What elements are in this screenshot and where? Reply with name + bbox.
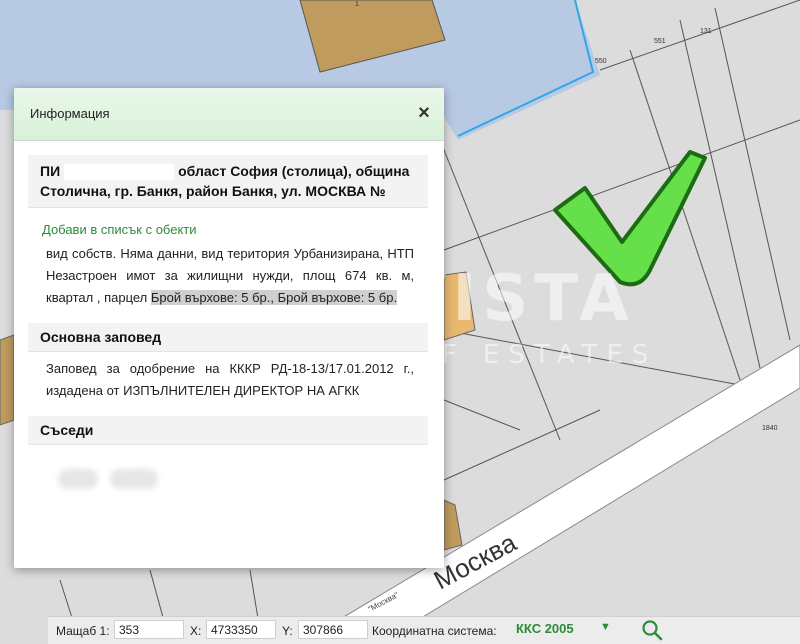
popup-body: ПИ област София (столица), община Столичн…: [14, 141, 444, 493]
order-text: Заповед за одобрение на КККР РД-18-13/17…: [46, 361, 414, 398]
coord-system-label: Координатна система:: [372, 624, 497, 638]
parcel-header: ПИ област София (столица), община Столичн…: [28, 155, 428, 208]
popup-title: Информация: [30, 106, 110, 121]
parcel-number: 550: [595, 58, 607, 65]
scale-label: Мащаб 1:: [56, 624, 110, 638]
y-coordinate: 307866: [298, 620, 368, 639]
coord-system-select[interactable]: ККС 2005: [516, 621, 574, 636]
close-icon[interactable]: ×: [412, 101, 436, 125]
parcel-number: 551: [654, 38, 666, 45]
parcel-number: 131: [700, 28, 712, 35]
parcel-header-prefix: ПИ: [40, 163, 61, 179]
parcel-number: 1: [355, 1, 359, 8]
caret-down-icon[interactable]: ▼: [600, 621, 611, 633]
y-label: Y:: [282, 624, 293, 638]
section-order-title: Основна заповед: [28, 323, 428, 352]
add-to-list-link[interactable]: Добави в списък с обекти: [42, 222, 428, 237]
x-label: X:: [190, 624, 202, 638]
scale-input[interactable]: 353: [114, 620, 184, 639]
redacted-id: [64, 164, 175, 181]
parcel-number: 1840: [762, 425, 778, 432]
popup-header: Информация ×: [14, 88, 444, 141]
parcel-description: вид собств. Няма данни, вид територия Ур…: [28, 237, 428, 315]
neighbors-list-redacted: [58, 465, 428, 493]
info-popup: Информация × ПИ област София (столица), о…: [14, 88, 444, 568]
x-coordinate: 4733350: [206, 620, 276, 639]
section-neighbors-title: Съседи: [28, 416, 428, 445]
search-icon[interactable]: [641, 619, 663, 641]
orange-parcel-left: [0, 334, 15, 426]
status-bar: Мащаб 1: 353 X: 4733350 Y: 307866 Коорди…: [48, 616, 800, 644]
description-vertices: Брой върхове: 5 бр., Брой върхове: 5 бр.: [150, 290, 398, 305]
